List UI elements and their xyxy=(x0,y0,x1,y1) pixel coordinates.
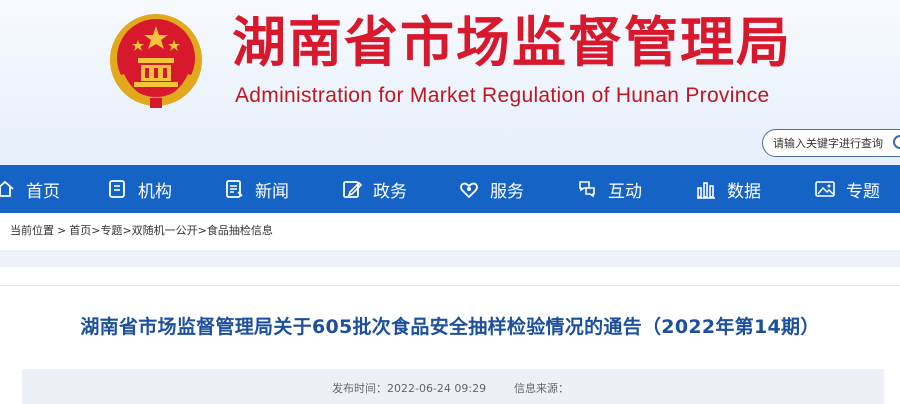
info-source: 信息来源： xyxy=(514,382,569,395)
nav-item-interaction[interactable]: 互动 xyxy=(576,165,642,213)
nav-item-label: 数据 xyxy=(727,181,761,202)
image-icon xyxy=(815,181,835,197)
site-subtitle: Administration for Market Regulation of … xyxy=(235,84,770,107)
gray-band xyxy=(0,250,900,267)
site-header: 湖南省市场监督管理局 Administration for Market Reg… xyxy=(0,0,900,165)
nav-item-special[interactable]: 专题 xyxy=(814,165,880,213)
news-icon xyxy=(226,180,243,198)
search-box xyxy=(762,129,900,157)
publish-time: 发布时间：2022-06-24 09:29 xyxy=(332,382,487,395)
nav-item-label: 互动 xyxy=(608,181,642,202)
nav-item-data[interactable]: 数据 xyxy=(695,165,761,213)
search-input[interactable] xyxy=(773,130,895,156)
site-title: 湖南省市场监督管理局 xyxy=(232,11,792,74)
document-icon xyxy=(109,180,125,198)
bar-chart-icon xyxy=(697,182,715,199)
breadcrumb-random-inspection[interactable]: 双随机一公开 xyxy=(132,224,198,237)
breadcrumb-food-inspection[interactable]: 食品抽检信息 xyxy=(207,224,273,237)
nav-item-label: 专题 xyxy=(846,181,880,202)
search-icon[interactable] xyxy=(891,133,900,153)
divider xyxy=(0,285,900,286)
main-nav: 首页 机构 新闻 政务 服务 互动 数据 专题 xyxy=(0,165,900,213)
article-title: 湖南省市场监督管理局关于605批次食品安全抽样检验情况的通告（2022年第14期… xyxy=(80,316,820,338)
service-icon xyxy=(460,182,478,199)
nav-item-home[interactable]: 首页 xyxy=(0,165,60,213)
nav-item-label: 服务 xyxy=(490,181,524,202)
nav-item-service[interactable]: 服务 xyxy=(458,165,524,213)
national-emblem-icon xyxy=(110,14,202,108)
interaction-icon xyxy=(579,181,595,198)
nav-item-label: 首页 xyxy=(26,181,60,202)
home-icon xyxy=(0,180,14,197)
nav-item-label: 机构 xyxy=(138,181,172,202)
article-meta-bar: 发布时间：2022-06-24 09:29 信息来源： xyxy=(22,369,884,404)
edit-icon xyxy=(343,181,363,198)
nav-item-label: 政务 xyxy=(373,181,407,202)
nav-item-news[interactable]: 新闻 xyxy=(223,165,289,213)
nav-item-label: 新闻 xyxy=(255,181,289,202)
nav-item-organization[interactable]: 机构 xyxy=(106,165,172,213)
breadcrumb: 当前位置 > 首页>专题>双随机一公开>食品抽检信息 xyxy=(10,224,273,237)
nav-item-government[interactable]: 政务 xyxy=(341,165,407,213)
breadcrumb-label: 当前位置 xyxy=(10,224,54,237)
breadcrumb-home[interactable]: 首页 xyxy=(69,224,91,237)
breadcrumb-special[interactable]: 专题 xyxy=(100,224,122,237)
